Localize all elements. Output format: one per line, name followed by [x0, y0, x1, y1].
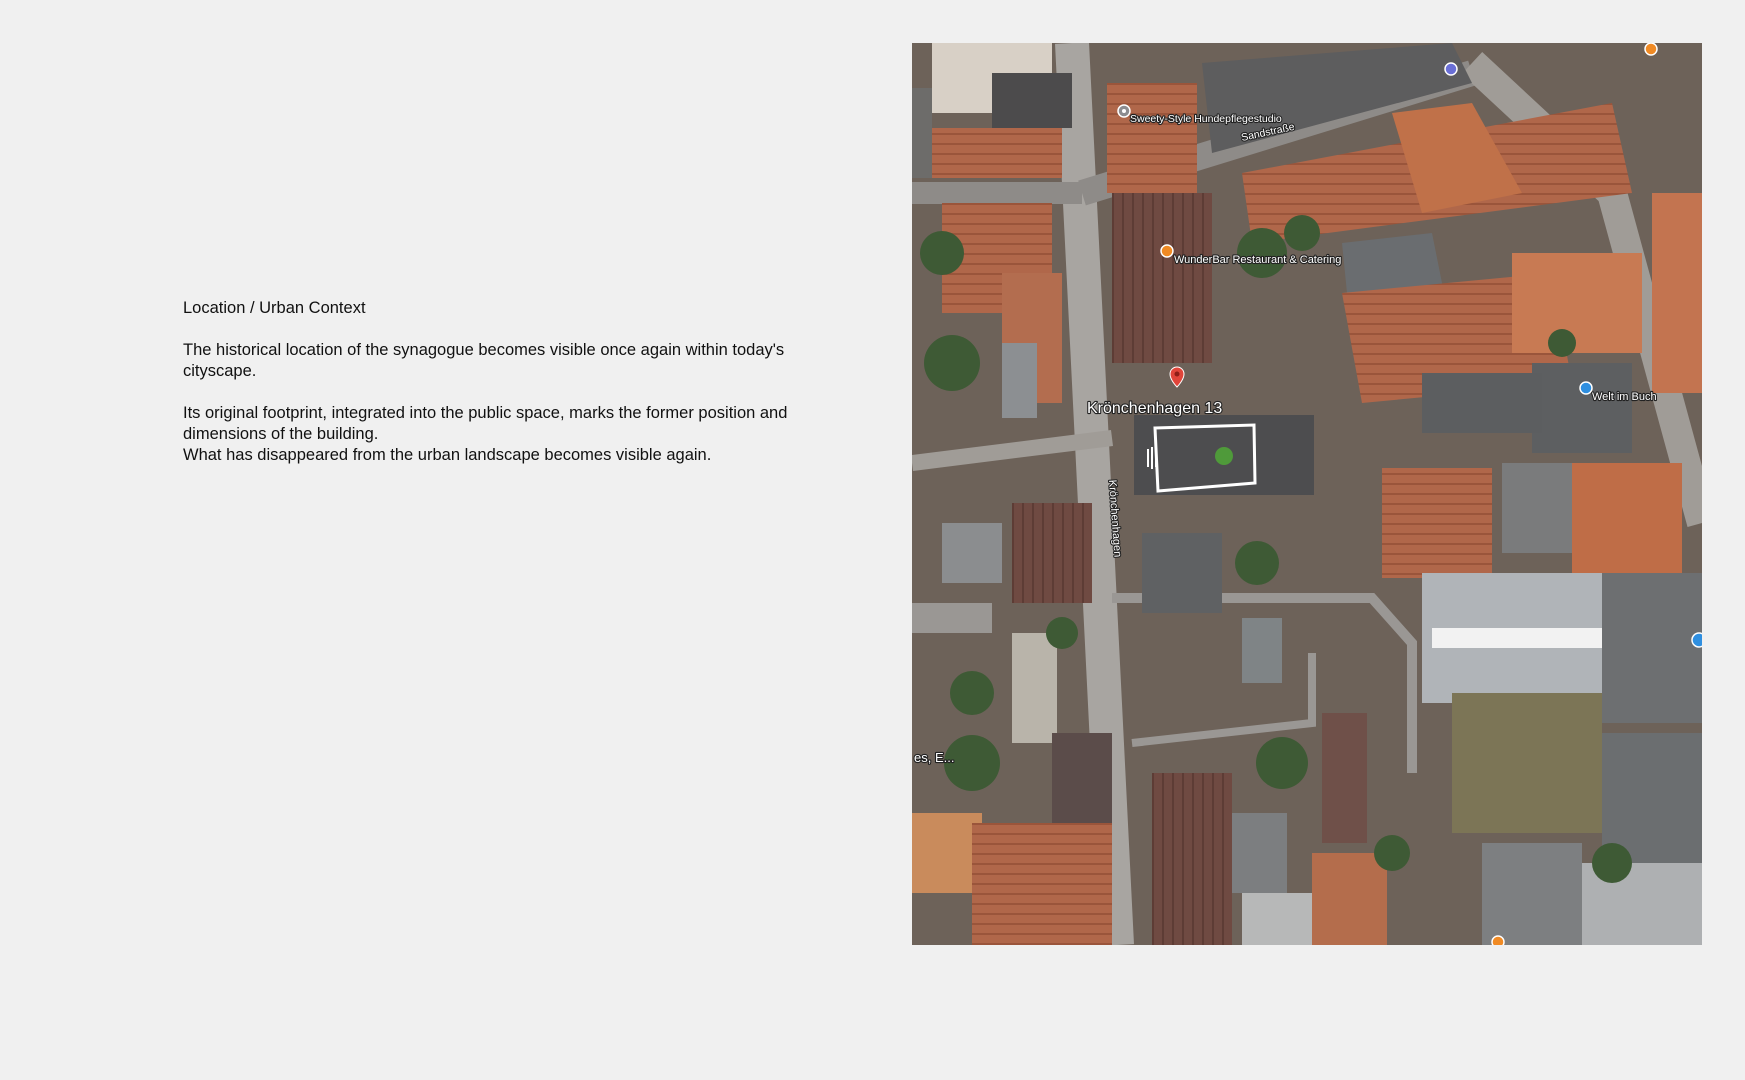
description-paragraph-2: Its original footprint, integrated into …	[183, 403, 823, 466]
orange-poi-pin-bottom-icon[interactable]	[1491, 935, 1505, 945]
synagogue-site	[1134, 415, 1314, 495]
poi-label-restaurant[interactable]: WunderBar Restaurant & Catering	[1173, 253, 1343, 267]
blue-poi-pin-edge-icon[interactable]	[1691, 632, 1702, 648]
description-line-2: What has disappeared from the urban land…	[183, 446, 712, 464]
description-line-1: Its original footprint, integrated into …	[183, 404, 788, 443]
site-center-dot	[1215, 447, 1233, 465]
grey-poi-pin-icon[interactable]	[1117, 104, 1131, 118]
poi-label-groomer[interactable]: Sweety-Style Hundepflegestudio	[1129, 112, 1283, 126]
purple-poi-pin-icon[interactable]	[1444, 62, 1458, 76]
truncated-edge-label: es, E...	[914, 750, 954, 765]
orange-poi-pin-top-icon[interactable]	[1644, 43, 1658, 56]
section-title: Location / Urban Context	[183, 299, 366, 317]
description-paragraph-1: The historical location of the synagogue…	[183, 341, 785, 380]
address-label: Krönchenhagen 13	[1087, 400, 1222, 417]
poi-label-bookshop[interactable]: Welt im Buch	[1591, 390, 1658, 404]
text-panel: Location / Urban Context The historical …	[183, 298, 823, 466]
aerial-map[interactable]: Sweety-Style Hundepflegestudio Sandstraß…	[912, 43, 1702, 945]
orange-poi-pin-icon[interactable]	[1160, 244, 1174, 258]
map-canvas: Sweety-Style Hundepflegestudio Sandstraß…	[912, 43, 1702, 945]
blue-poi-pin-icon[interactable]	[1579, 381, 1593, 395]
